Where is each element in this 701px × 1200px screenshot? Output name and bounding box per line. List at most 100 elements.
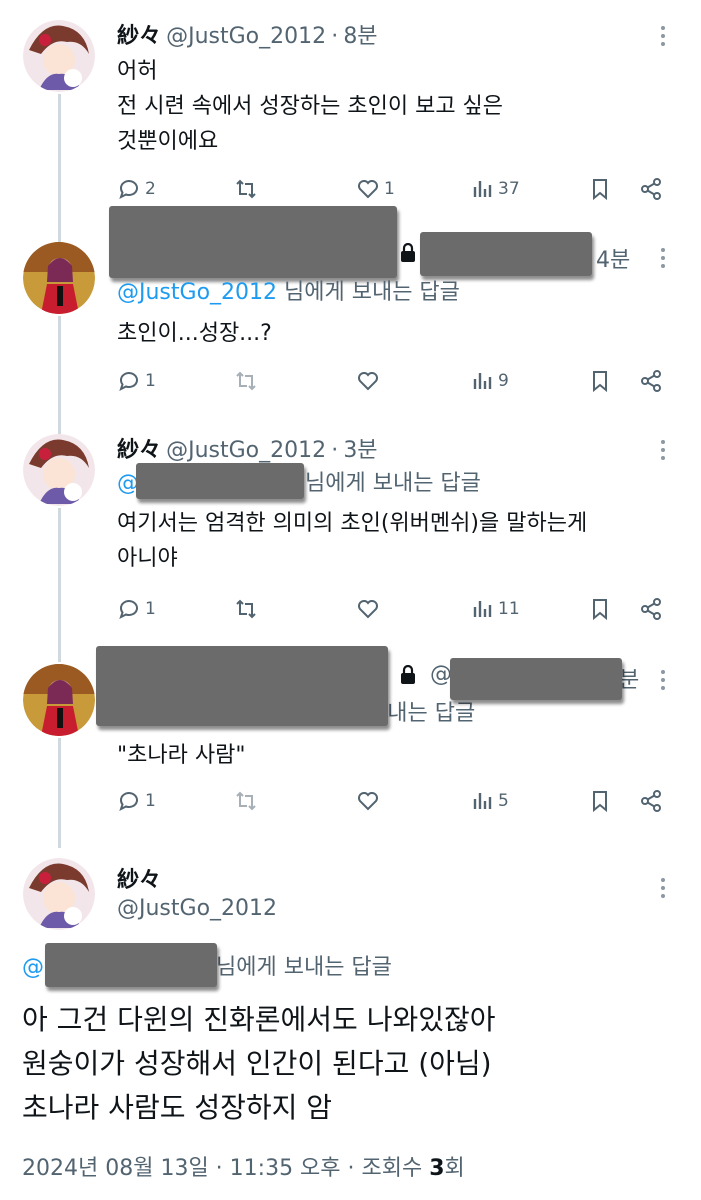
separator-dot: · xyxy=(331,24,339,49)
reply-button[interactable]: 1 xyxy=(117,369,156,393)
tweet-text-line: 초인이...성장...? xyxy=(117,321,272,346)
user-handle[interactable]: @JustGo_2012 xyxy=(117,896,277,921)
share-button[interactable] xyxy=(639,789,663,813)
avatar[interactable] xyxy=(23,242,95,314)
reply-icon xyxy=(119,180,138,199)
bookmark-button[interactable] xyxy=(588,177,612,201)
avatar[interactable] xyxy=(23,20,95,92)
redacted-mention xyxy=(136,463,304,499)
retweet-button[interactable] xyxy=(234,597,258,621)
share-icon xyxy=(641,790,661,812)
thread-line xyxy=(58,94,61,244)
view-count: 37 xyxy=(498,179,520,199)
heart-icon xyxy=(358,372,378,391)
reply-count: 1 xyxy=(145,371,156,391)
tweet-text-line: 여기서는 엄격한 의미의 초인(위버멘쉬)을 말하는게 xyxy=(117,511,588,536)
user-handle[interactable]: @JustGo_2012 xyxy=(166,24,326,49)
retweet-icon xyxy=(236,179,256,199)
like-button[interactable] xyxy=(356,369,380,393)
reply-count: 1 xyxy=(145,791,156,811)
timestamp[interactable]: 4분 xyxy=(596,242,630,274)
bookmark-button[interactable] xyxy=(588,789,612,813)
avatar[interactable] xyxy=(23,858,95,930)
views-icon xyxy=(473,181,492,197)
share-button[interactable] xyxy=(639,177,663,201)
timestamp[interactable]: 분 xyxy=(619,662,639,694)
avatar[interactable] xyxy=(23,434,95,506)
tweet-text-line: 아니야 xyxy=(117,546,178,571)
views-button[interactable]: 37 xyxy=(470,177,520,201)
user-handle[interactable]: @JustGo_2012 xyxy=(166,438,326,463)
reply-count: 2 xyxy=(145,179,156,199)
reply-icon xyxy=(119,372,138,391)
view-count: 9 xyxy=(498,371,509,391)
share-icon xyxy=(641,598,661,620)
reply-to-mention[interactable]: @ xyxy=(22,955,44,980)
reply-button[interactable]: 1 xyxy=(117,597,156,621)
share-icon xyxy=(641,178,661,200)
reply-to-suffix: 님에게 보내는 답글 xyxy=(277,280,460,305)
redacted-handle xyxy=(420,232,592,276)
avatar[interactable] xyxy=(23,664,95,736)
separator-dot: · xyxy=(331,438,339,463)
views-icon xyxy=(473,601,492,617)
more-options-icon[interactable] xyxy=(661,670,667,694)
views-button[interactable]: 9 xyxy=(470,369,509,393)
redacted-handle xyxy=(450,658,622,700)
views-icon xyxy=(473,373,492,389)
more-options-icon[interactable] xyxy=(661,878,667,902)
lock-icon xyxy=(399,664,417,689)
like-button[interactable]: 1 xyxy=(356,177,395,201)
retweet-button xyxy=(234,789,258,813)
bookmark-button[interactable] xyxy=(588,597,612,621)
display-name[interactable]: 紗々 xyxy=(117,862,161,894)
heart-icon xyxy=(358,600,378,619)
lock-icon xyxy=(399,242,417,267)
views-button[interactable]: 5 xyxy=(470,789,509,813)
bookmark-icon xyxy=(593,371,607,393)
reply-to-suffix: 님에게 보내는 답글 xyxy=(305,471,481,496)
redacted-display-name xyxy=(96,646,388,726)
reply-button[interactable]: 2 xyxy=(117,177,156,201)
tweet-text-line: 아 그건 다윈의 진화론에서도 나와있잖아 xyxy=(22,1003,496,1036)
like-button[interactable] xyxy=(356,789,380,813)
share-button[interactable] xyxy=(639,369,663,393)
retweet-icon xyxy=(236,599,256,619)
more-options-icon[interactable] xyxy=(661,26,667,50)
display-name[interactable]: 紗々 xyxy=(117,24,161,49)
user-handle[interactable]: @ xyxy=(430,662,452,687)
heart-icon xyxy=(358,180,378,199)
view-count: 11 xyxy=(498,599,520,619)
timestamp[interactable]: 8분 xyxy=(343,24,377,49)
reply-icon xyxy=(119,792,138,811)
redacted-mention xyxy=(45,943,217,987)
views-button[interactable]: 11 xyxy=(470,597,520,621)
timestamp[interactable]: 3분 xyxy=(343,438,377,463)
thread-line xyxy=(58,316,61,434)
more-options-icon[interactable] xyxy=(661,248,667,272)
bookmark-button[interactable] xyxy=(588,369,612,393)
reply-to-mention[interactable]: @JustGo_2012 xyxy=(117,280,277,305)
thread-line xyxy=(58,508,61,662)
view-count: 5 xyxy=(498,791,509,811)
thread-line xyxy=(58,738,61,848)
reply-to-line[interactable]: @JustGo_2012 님에게 보내는 답글 xyxy=(117,275,460,310)
views-icon xyxy=(473,793,492,809)
heart-icon xyxy=(358,792,378,811)
tweet-text-line: 전 시련 속에서 성장하는 초인이 보고 싶은 xyxy=(117,94,504,119)
tweet-text-line: 것뿐이에요 xyxy=(117,129,219,154)
tweet-metadata: 2024년 08월 13일 · 11:35 오후 · 조회수 3회 xyxy=(22,1150,465,1182)
tweet-text-line: "초나라 사람" xyxy=(117,743,246,768)
like-count: 1 xyxy=(384,179,395,199)
share-icon xyxy=(641,370,661,392)
retweet-button[interactable] xyxy=(234,177,258,201)
display-name[interactable]: 紗々 xyxy=(117,438,161,463)
tweet-text-line: 초나라 사람도 성장하지 암 xyxy=(22,1091,333,1124)
retweet-icon xyxy=(236,371,256,391)
view-count-bold: 3 xyxy=(429,1156,445,1181)
reply-to-suffix: 님에게 보내는 답글 xyxy=(216,955,392,980)
reply-button[interactable]: 1 xyxy=(117,789,156,813)
more-options-icon[interactable] xyxy=(661,440,667,464)
like-button[interactable] xyxy=(356,597,380,621)
share-button[interactable] xyxy=(639,597,663,621)
